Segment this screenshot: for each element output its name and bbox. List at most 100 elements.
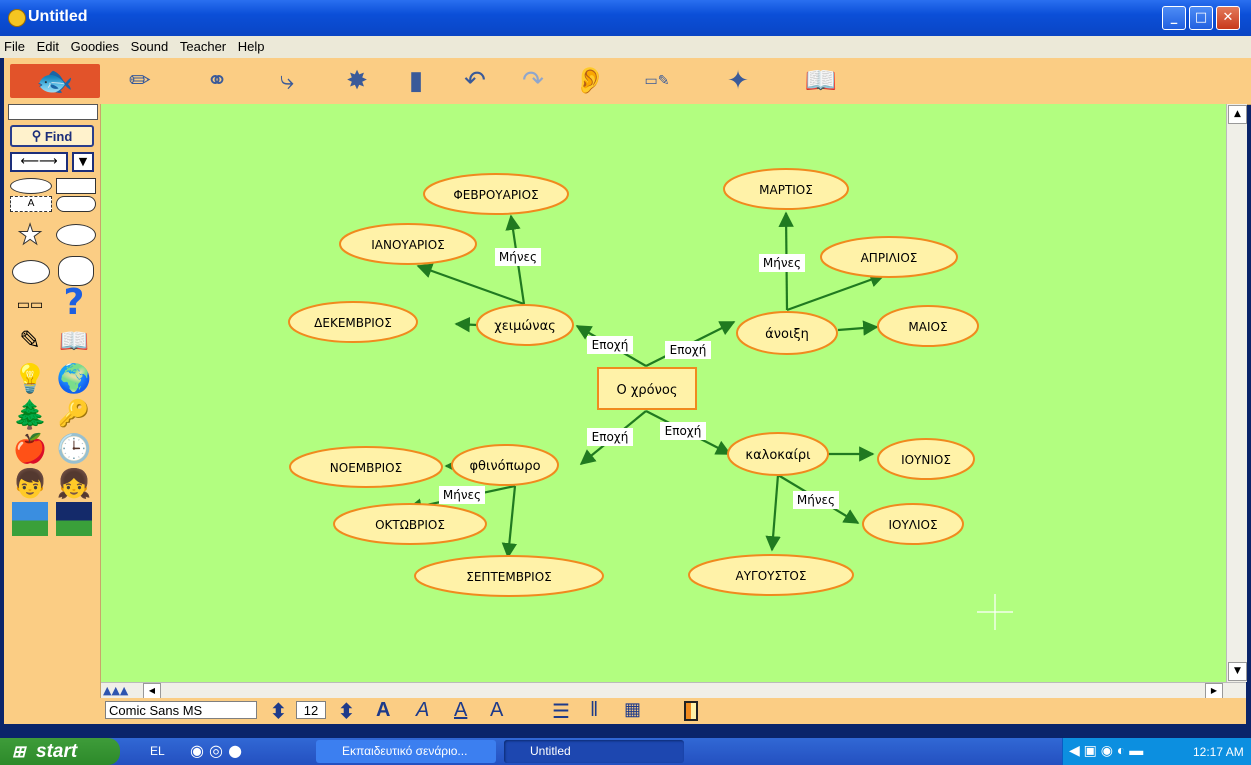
horizontal-scrollbar[interactable]: ▲▲▲ ◀ ▶ [101, 682, 1246, 699]
surprise-box-icon[interactable]: ✸ [332, 64, 382, 98]
italic-icon[interactable]: A [416, 699, 429, 722]
eraser-icon[interactable]: ▮ [402, 64, 430, 98]
girl-icon[interactable]: 👧 [54, 464, 94, 502]
menu-goodies[interactable]: Goodies [67, 36, 123, 54]
banner-icon[interactable]: ▭▭ [10, 290, 50, 320]
pencil-icon[interactable]: ✎ [10, 322, 50, 360]
listen-icon[interactable]: 👂 [570, 64, 610, 98]
day-landscape-icon[interactable] [12, 502, 48, 536]
link-label-season-autumn: Εποχή [592, 430, 629, 444]
question-mark-icon[interactable]: ? [54, 282, 94, 323]
speech-bubble-icon[interactable] [12, 260, 50, 284]
menu-file[interactable]: File [0, 36, 29, 54]
node-jun-label: ΙΟΥΝΙΟΣ [901, 453, 951, 467]
windows-logo-icon: ⊞ [12, 744, 26, 761]
redo-icon[interactable]: ↷ [506, 64, 560, 98]
light-bulb-icon[interactable]: 💡 [10, 358, 50, 398]
vertical-scrollbar[interactable]: ▲ ▼ [1226, 104, 1247, 682]
node-apr-label: ΑΠΡΙΛΙΟΣ [861, 251, 918, 265]
scroll-right-icon[interactable]: ▶ [1205, 683, 1223, 699]
link-label-months-summer: Μήνες [797, 493, 835, 507]
magic-wand-icon[interactable]: ✦ [700, 64, 776, 98]
clock: 12:17 AM [1193, 745, 1244, 759]
node-summer-label: καλοκαίρι [745, 448, 810, 463]
node-mar-label: ΜΑΡΤΙΟΣ [759, 183, 813, 197]
mascot-icon[interactable]: 🐟 [10, 64, 100, 99]
node-winter-label: χειμώνας [494, 319, 556, 334]
center-node[interactable]: Ο χρόνος [597, 367, 697, 410]
name-tag-icon[interactable]: ▭✎ [626, 64, 688, 98]
node-spring-label: άνοιξη [765, 327, 809, 342]
title-bar[interactable]: Untitled _ □ ✕ [0, 0, 1251, 36]
link-label-months-winter: Μήνες [499, 250, 537, 264]
fill-pattern-icon[interactable]: ▦ [624, 699, 641, 720]
open-book-icon[interactable]: 📖 [54, 322, 94, 360]
clock-icon[interactable]: 🕒 [54, 428, 94, 468]
task-button-untitled[interactable]: Untitled [504, 740, 684, 763]
line-thickness-icon[interactable]: ‖ [590, 699, 598, 722]
line-style-icon[interactable]: ☰ [552, 699, 570, 724]
tray-icons[interactable]: ◀ ▣ ◉ ◐ ▬ [1069, 742, 1143, 759]
window-title: Untitled [28, 8, 88, 25]
cloud-icon[interactable] [56, 224, 96, 246]
color-swatch-icon[interactable] [684, 701, 698, 721]
scroll-up-icon[interactable]: ▲ [1228, 105, 1247, 124]
scroll-left-icon[interactable]: ◀ [143, 683, 161, 699]
diagram-canvas[interactable]: Εποχή Εποχή Εποχή Εποχή Μήνες Μήνες Μήνε… [101, 104, 1226, 682]
language-indicator[interactable]: EL [150, 744, 165, 758]
boy-icon[interactable]: 👦 [10, 464, 50, 502]
triangle-down-icon[interactable]: ▼ [72, 152, 94, 172]
arrow-shape-icon[interactable]: ⟵⟶ [10, 152, 68, 172]
underline-icon[interactable]: A [454, 699, 467, 722]
node-oct-label: ΟΚΤΩΒΡΙΟΣ [375, 518, 445, 532]
magnifier-icon: ⚲ [31, 128, 45, 143]
zoom-triangles-icon[interactable]: ▲▲▲ [103, 684, 139, 697]
link-label-months-autumn: Μήνες [443, 488, 481, 502]
app-icon [8, 9, 26, 27]
menu-sound[interactable]: Sound [127, 36, 173, 54]
symbol-palette: ⚲ Find ⟵⟶ ▼ A ★ ▭▭ ? ✎ 📖 💡 🌍 🌲 🔑 🍎 🕒 👦 👧 [4, 104, 101, 704]
font-size-field[interactable]: 12 [296, 701, 326, 719]
bold-icon[interactable]: A [376, 699, 390, 722]
maximize-button[interactable]: □ [1189, 6, 1213, 30]
oval-shape-icon[interactable] [10, 178, 52, 194]
link-icon[interactable]: ⤷ [258, 64, 316, 98]
text-box-icon[interactable]: A [10, 196, 52, 212]
menu-teacher[interactable]: Teacher [176, 36, 230, 54]
system-tray: ◀ ▣ ◉ ◐ ▬ 12:17 AM [1062, 738, 1251, 765]
undo-icon[interactable]: ↶ [448, 64, 502, 98]
crosshair-cursor-icon [977, 594, 1013, 630]
globe-icon[interactable]: 🌍 [54, 358, 94, 398]
start-label: start [36, 741, 78, 762]
rounded-rect-icon[interactable] [56, 196, 96, 212]
writing-mode-icon[interactable]: ✏ [110, 64, 170, 98]
add-symbol-icon[interactable]: ⚭ [194, 64, 240, 98]
node-dec-label: ΔΕΚΕΜΒΡΙΟΣ [314, 316, 392, 330]
font-size-stepper-icon[interactable]: ⬍ [270, 699, 287, 724]
toolbar: 🐟 ✏ ⚭ ⤷ ✸ ▮ ↶ ↷ 👂 ▭✎ ✦ 📖 [4, 58, 1251, 105]
text-size-stepper-icon[interactable]: ⬍ [338, 699, 355, 724]
center-node-label: Ο χρόνος [617, 383, 678, 398]
quick-launch-icons[interactable]: ◉ ◎ ● [190, 741, 242, 760]
font-name-field[interactable]: Comic Sans MS [105, 701, 257, 719]
rectangle-shape-icon[interactable] [56, 178, 96, 194]
menu-help[interactable]: Help [234, 36, 269, 54]
mind-map: Εποχή Εποχή Εποχή Εποχή Μήνες Μήνες Μήνε… [288, 168, 1013, 630]
node-may-label: ΜΑΙΟΣ [908, 320, 947, 334]
text-color-icon[interactable]: A [490, 699, 503, 722]
find-button[interactable]: ⚲ Find [10, 125, 94, 147]
menu-edit[interactable]: Edit [33, 36, 63, 54]
minimize-button[interactable]: _ [1162, 6, 1186, 30]
apple-icon[interactable]: 🍎 [10, 428, 50, 468]
star-icon[interactable]: ★ [10, 216, 50, 252]
start-button[interactable]: ⊞ start [0, 738, 120, 765]
link-label-months-spring: Μήνες [763, 256, 801, 270]
book-magnifier-icon[interactable]: 📖 [788, 64, 854, 98]
find-label: Find [44, 128, 73, 144]
night-landscape-icon[interactable] [56, 502, 92, 536]
taskbar: ⊞ start EL ◉ ◎ ● Εκπαιδευτικό σενάριο...… [0, 738, 1251, 765]
scroll-down-icon[interactable]: ▼ [1228, 662, 1247, 681]
task-button-lesson[interactable]: Εκπαιδευτικό σενάριο... [316, 740, 496, 763]
palette-search-input[interactable] [8, 104, 98, 120]
close-button[interactable]: ✕ [1216, 6, 1240, 30]
